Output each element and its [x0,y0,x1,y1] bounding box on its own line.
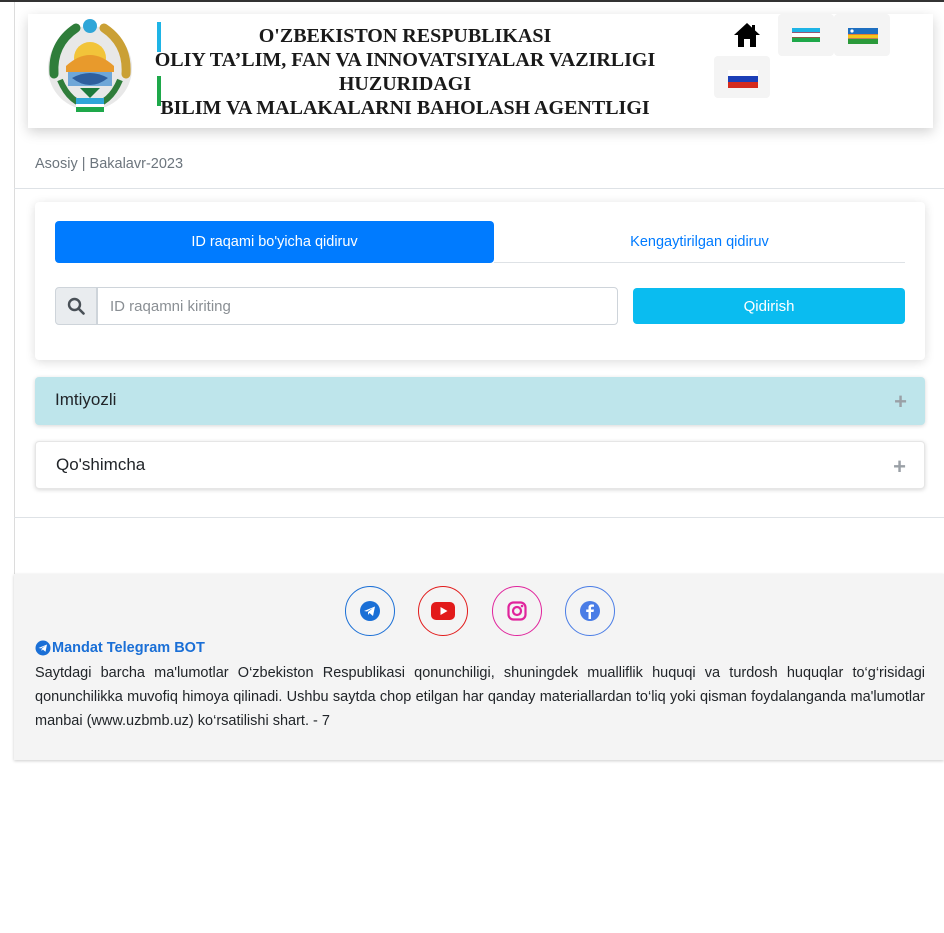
home-icon[interactable] [732,20,762,50]
search-icon [55,287,97,325]
top-border [0,0,944,2]
youtube-link[interactable] [418,586,468,636]
title-line-2: OLIY TA’LIM, FAN VA INNOVATSIYALAR VAZIR… [154,49,656,71]
accordion-label: Imtiyozli [55,390,117,409]
instagram-icon [507,601,527,621]
facebook-link[interactable] [565,586,615,636]
divider [14,517,944,518]
id-search-input[interactable] [97,287,618,325]
telegram-link[interactable] [345,586,395,636]
lang-uz-button[interactable] [778,14,834,56]
tab-advanced-search[interactable]: Kengaytirilgan qidiruv [494,221,905,263]
accordion-imtiyozli[interactable]: Imtiyozli + [35,377,925,425]
flag-uz-icon [792,28,820,42]
accordion-qoshimcha[interactable]: Qo'shimcha + [35,441,925,489]
lang-kaa-button[interactable] [834,14,890,56]
telegram-icon [360,601,380,621]
telegram-bot-link[interactable]: Mandat Telegram BOT [35,640,205,656]
search-button[interactable]: Qidirish [633,288,905,324]
title-line-1: O'ZBEKISTON RESPUBLIKASI [258,25,552,47]
copyright-text: Saytdagi barcha ma'lumotlar O‘zbekiston … [35,665,925,729]
accordion-label: Qo'shimcha [56,455,146,474]
expand-icon[interactable]: + [894,389,907,415]
facebook-icon [580,601,600,621]
agency-title: O'ZBEKISTON RESPUBLIKASI OLIY TA’LIM, FA… [150,24,660,120]
title-line-3: HUZURIDAGI [338,73,472,95]
telegram-icon [35,640,51,656]
youtube-icon [431,602,455,620]
expand-icon[interactable]: + [893,454,906,480]
divider [14,188,944,189]
flag-karakalpak-icon [848,28,878,44]
instagram-link[interactable] [492,586,542,636]
breadcrumb[interactable]: Asosiy | Bakalavr-2023 [35,156,183,172]
tab-id-search[interactable]: ID raqami bo'yicha qidiruv [55,221,494,263]
lang-ru-button[interactable] [714,56,770,98]
emblem-icon[interactable] [40,14,140,114]
title-line-4: BILIM VA MALAKALARNI BAHOLASH AGENTLIGI [160,97,650,119]
telegram-bot-label: Mandat Telegram BOT [52,640,205,656]
tab-divider [494,262,905,263]
flag-ru-icon [728,70,758,88]
